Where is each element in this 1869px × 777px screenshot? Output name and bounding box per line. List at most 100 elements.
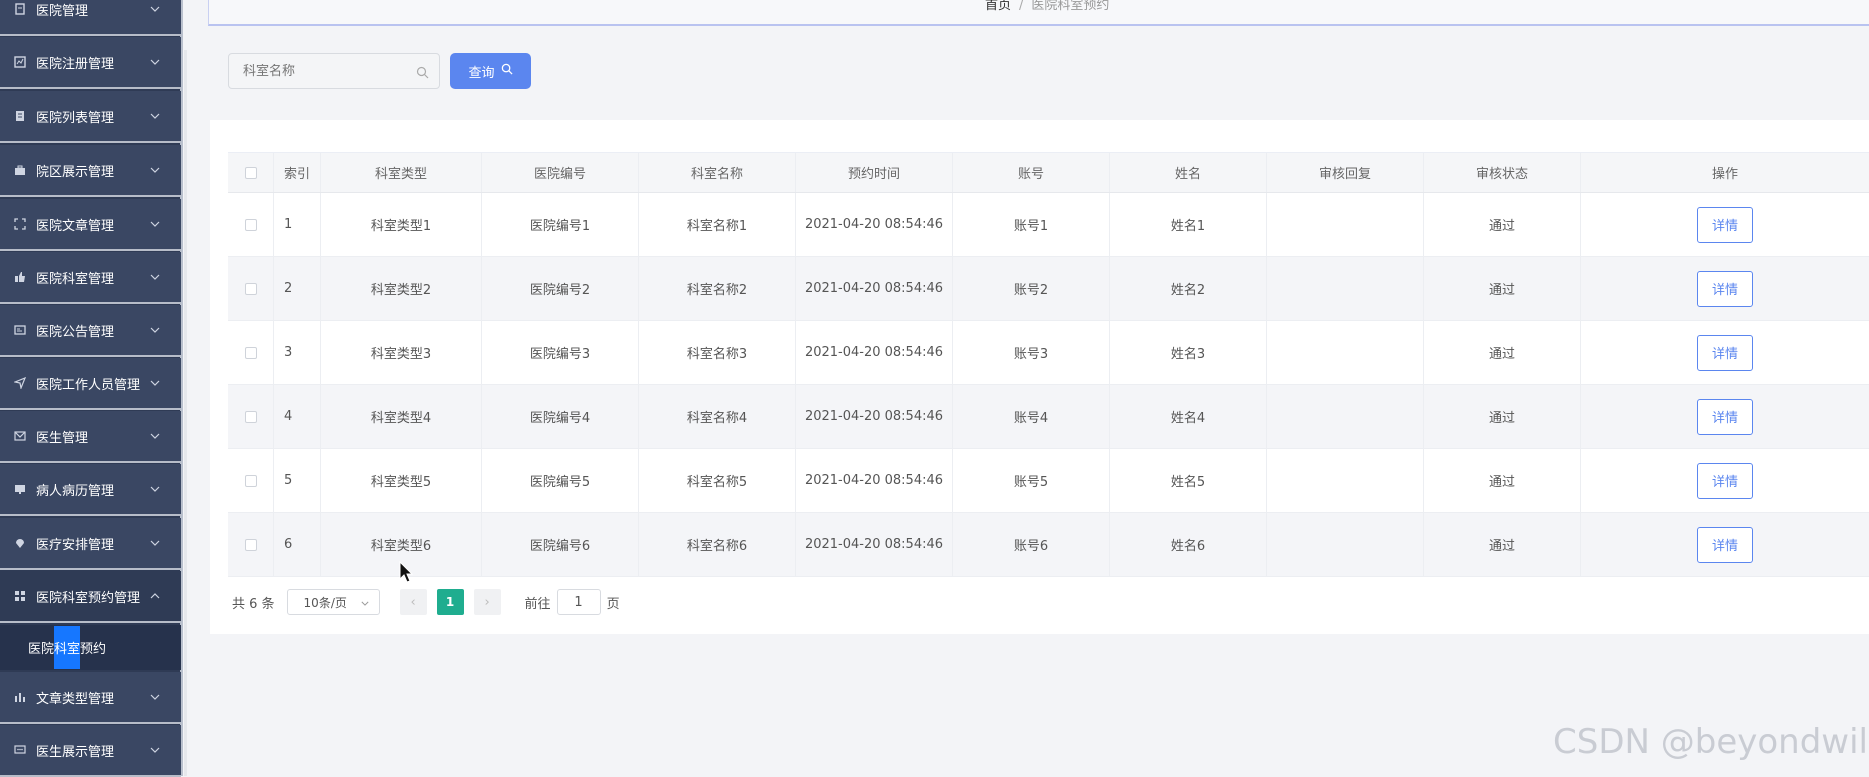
cell-dept-type: 科室类型4	[321, 385, 482, 448]
sidebar-scrollbar[interactable]	[184, 50, 187, 776]
sidebar-item-department-appointments[interactable]: 医院科室预约管理	[0, 571, 181, 623]
cell-account: 账号6	[953, 513, 1110, 576]
sidebar-item-patient-records[interactable]: 病人病历管理	[0, 464, 181, 516]
sidebar-item-label: 医院科室管理	[36, 271, 115, 287]
goto-page-input[interactable]: 1	[556, 589, 601, 615]
chevron-down-icon	[149, 433, 161, 439]
row-checkbox[interactable]	[244, 282, 257, 295]
row-checkbox[interactable]	[244, 346, 257, 359]
cell-actions: 详情	[1581, 513, 1869, 576]
chevron-down-icon	[149, 486, 161, 492]
sidebar-item-label: 医生展示管理	[36, 744, 115, 760]
table-header: 索引 科室类型 医院编号 科室名称 预约时间 账号 姓名 审核回复 审核状态 操…	[228, 153, 1869, 193]
submenu-department-appointment[interactable]: 医院科室预约	[0, 625, 181, 670]
sidebar-item-label: 院区展示管理	[36, 164, 115, 180]
table-row: 6 科室类型6 医院编号6 科室名称6 2021-04-20 08:54:46 …	[228, 513, 1869, 577]
chevron-down-icon	[149, 167, 161, 173]
row-select	[228, 193, 274, 256]
cell-dept-name: 科室名称5	[639, 449, 796, 512]
pagination: 共 6 条 10条/页 ‹ 1 › 前往 1 页	[232, 589, 620, 615]
cell-name: 姓名1	[1110, 193, 1267, 256]
cell-dept-name: 科室名称2	[639, 257, 796, 320]
detail-button[interactable]: 详情	[1697, 334, 1753, 371]
cell-index: 1	[274, 193, 321, 256]
select-all-checkbox[interactable]	[244, 166, 257, 179]
cell-dept-name: 科室名称1	[639, 193, 796, 256]
goto-label: 前往	[524, 596, 551, 612]
cell-appointment-time: 2021-04-20 08:54:46	[796, 449, 953, 512]
sidebar-item-campus-display[interactable]: 院区展示管理	[0, 145, 181, 197]
breadcrumb-current: 医院科室预约	[1031, 0, 1110, 13]
cell-dept-type: 科室类型3	[321, 321, 482, 384]
cell-dept-type: 科室类型5	[321, 449, 482, 512]
search-field[interactable]	[228, 53, 440, 89]
page-size-select[interactable]: 10条/页	[286, 589, 380, 615]
sidebar-item-doctors[interactable]: 医生管理	[0, 411, 181, 463]
header-account: 账号	[953, 153, 1110, 192]
chat-icon	[13, 743, 27, 757]
detail-button[interactable]: 详情	[1697, 206, 1753, 243]
clipboard-icon	[13, 109, 27, 123]
monitor-icon	[13, 482, 27, 496]
search-input[interactable]	[243, 63, 403, 79]
query-button[interactable]: 查询	[450, 53, 531, 89]
cell-hospital-no: 医院编号1	[482, 193, 639, 256]
row-checkbox[interactable]	[244, 218, 257, 231]
prev-page-button[interactable]: ‹	[399, 589, 427, 615]
cell-index: 2	[274, 257, 321, 320]
row-select	[228, 513, 274, 576]
sidebar-item-hospital-register[interactable]: 医院注册管理	[0, 37, 181, 89]
row-checkbox[interactable]	[244, 410, 257, 423]
detail-button[interactable]: 详情	[1697, 462, 1753, 499]
cell-name: 姓名3	[1110, 321, 1267, 384]
sidebar-item-hospital-staff[interactable]: 医院工作人员管理	[0, 358, 181, 410]
sidebar-item-label: 医疗安排管理	[36, 537, 115, 553]
sidebar-item-hospital-notices[interactable]: 医院公告管理	[0, 305, 181, 357]
cell-review-status: 通过	[1424, 193, 1581, 256]
sidebar-item-hospital-departments[interactable]: 医院科室管理	[0, 252, 181, 304]
sidebar-item-article-types[interactable]: 文章类型管理	[0, 672, 181, 724]
cell-review-reply	[1267, 449, 1424, 512]
row-checkbox[interactable]	[244, 538, 257, 551]
chevron-down-icon	[149, 380, 161, 386]
row-select	[228, 385, 274, 448]
row-checkbox[interactable]	[244, 474, 257, 487]
sidebar-item-hospital-list[interactable]: 医院列表管理	[0, 91, 181, 143]
header-dept-type: 科室类型	[321, 153, 482, 192]
header-select-all[interactable]	[228, 153, 274, 192]
watermark: CSDN @beyondwild	[1553, 722, 1869, 762]
cell-name: 姓名5	[1110, 449, 1267, 512]
chevron-down-icon	[149, 327, 161, 333]
cell-review-status: 通过	[1424, 257, 1581, 320]
table-row: 1 科室类型1 医院编号1 科室名称1 2021-04-20 08:54:46 …	[228, 193, 1869, 257]
sidebar-item-doctor-display[interactable]: 医生展示管理	[0, 725, 181, 777]
cell-review-reply	[1267, 513, 1424, 576]
cell-account: 账号5	[953, 449, 1110, 512]
detail-button[interactable]: 详情	[1697, 270, 1753, 307]
cell-dept-name: 科室名称6	[639, 513, 796, 576]
header-actions: 操作	[1711, 167, 1738, 182]
cell-hospital-no: 医院编号5	[482, 449, 639, 512]
mouse-cursor-icon	[399, 560, 415, 589]
sidebar-item-label: 医院管理	[36, 3, 89, 19]
sidebar-item-hospital-articles[interactable]: 医院文章管理	[0, 199, 181, 251]
cell-review-reply	[1267, 193, 1424, 256]
sidebar-item-medical-schedule[interactable]: 医疗安排管理	[0, 518, 181, 570]
breadcrumb-home[interactable]: 首页	[985, 0, 1011, 13]
cell-review-status: 通过	[1424, 449, 1581, 512]
cell-review-reply	[1267, 257, 1424, 320]
detail-button[interactable]: 详情	[1697, 398, 1753, 435]
cell-index: 6	[274, 513, 321, 576]
cell-dept-name: 科室名称3	[639, 321, 796, 384]
detail-button[interactable]: 详情	[1697, 526, 1753, 563]
breadcrumb-separator: /	[1019, 0, 1024, 13]
next-page-button[interactable]: ›	[473, 589, 501, 615]
sidebar-item-hospital[interactable]: 医院管理	[0, 0, 181, 36]
cell-account: 账号2	[953, 257, 1110, 320]
page-number-current[interactable]: 1	[436, 589, 464, 615]
table-row: 3 科室类型3 医院编号3 科室名称3 2021-04-20 08:54:46 …	[228, 321, 1869, 385]
cell-hospital-no: 医院编号6	[482, 513, 639, 576]
header-name: 姓名	[1110, 153, 1267, 192]
cell-actions: 详情	[1581, 257, 1869, 320]
cell-appointment-time: 2021-04-20 08:54:46	[796, 385, 953, 448]
